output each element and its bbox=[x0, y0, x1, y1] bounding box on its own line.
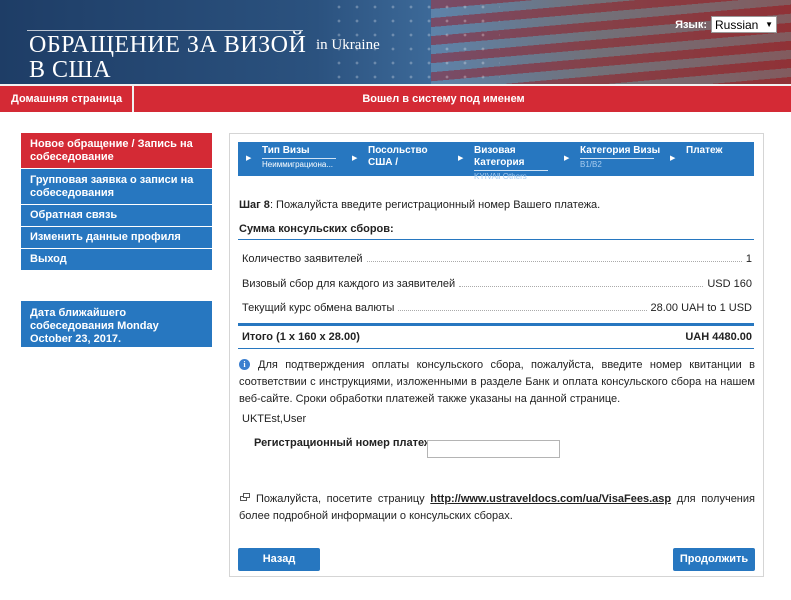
language-select[interactable]: Russian ▼ bbox=[711, 16, 777, 33]
fee-label: Количество заявителей bbox=[242, 253, 363, 265]
fees-info-text: Пожалуйста, посетите страницу http://www… bbox=[239, 491, 755, 525]
next-interview-date: Дата ближайшего собеседования Monday Oct… bbox=[21, 301, 212, 347]
visa-fees-link[interactable]: http://www.ustraveldocs.com/ua/VisaFees.… bbox=[430, 493, 671, 505]
payment-info-text: Для подтверждения оплаты консульского сб… bbox=[239, 359, 755, 405]
divider bbox=[238, 239, 754, 240]
top-navbar: Домашняя страница Вошел в систему под им… bbox=[0, 84, 791, 112]
chevron-right-icon: ▶ bbox=[670, 155, 676, 162]
step-instruction: Шаг 8: Пожалуйста введите регистрационны… bbox=[239, 199, 600, 211]
step-label: Посольство США / bbox=[368, 145, 428, 168]
fee-total: Итого (1 x 160 x 28.00) UAH 4480.00 bbox=[242, 331, 752, 343]
dotted-leader bbox=[398, 310, 647, 311]
fee-value: 28.00 UAH to 1 USD bbox=[650, 302, 753, 314]
step-value: B1/B2 bbox=[580, 158, 654, 170]
continue-button[interactable]: Продолжить bbox=[673, 548, 755, 571]
chevron-down-icon: ▼ bbox=[765, 20, 773, 29]
step-visa-type: ▶ Тип Визы Неиммиграциона... bbox=[238, 142, 344, 176]
fee-label: Текущий курс обмена валюты bbox=[242, 302, 395, 314]
registration-number-label: Регистрационный номер платежа: bbox=[254, 437, 442, 449]
payment-panel: ▶ Тип Визы Неиммиграциона... ▶ Посольств… bbox=[229, 133, 764, 577]
step-number: Шаг 8 bbox=[239, 199, 270, 211]
fee-row: Количество заявителей 1 bbox=[242, 251, 752, 265]
divider bbox=[238, 348, 754, 349]
dotted-leader bbox=[459, 286, 704, 287]
language-switcher: Язык: Russian ▼ bbox=[675, 16, 777, 33]
sidebar-item-group-application[interactable]: Групповая заявка о записи на собеседован… bbox=[21, 169, 212, 204]
site-header: Обращение за визой в США in Ukraine Язык… bbox=[0, 0, 791, 84]
sidebar-item-logout[interactable]: Выход bbox=[21, 249, 212, 270]
home-link[interactable]: Домашняя страница bbox=[0, 86, 134, 112]
step-visa-class: ▶ Категория Визы B1/B2 bbox=[556, 142, 662, 176]
step-label: Платеж bbox=[686, 145, 723, 156]
fee-row: Визовый сбор для каждого из заявителей U… bbox=[242, 276, 752, 290]
fee-value: USD 160 bbox=[707, 278, 752, 290]
user-name: UKTEst,User bbox=[242, 413, 307, 425]
sidebar-item-feedback[interactable]: Обратная связь bbox=[21, 205, 212, 226]
step-visa-category: ▶ Визовая Категория KYIVAll Others bbox=[450, 142, 556, 181]
fee-value: 1 bbox=[745, 253, 752, 265]
fee-summary-title: Сумма консульских сборов: bbox=[239, 223, 394, 235]
total-label: Итого (1 x 160 x 28.00) bbox=[242, 331, 360, 343]
fee-label: Визовый сбор для каждого из заявителей bbox=[242, 278, 456, 290]
language-label: Язык: bbox=[675, 18, 707, 31]
step-value: KYIVAll Others bbox=[474, 170, 548, 182]
step-payment: ▶ Платеж bbox=[662, 142, 754, 176]
external-link-icon bbox=[240, 493, 251, 502]
total-divider bbox=[238, 323, 754, 326]
registration-number-input[interactable] bbox=[427, 440, 560, 458]
logged-in-status: Вошел в систему под именем bbox=[362, 93, 525, 105]
chevron-right-icon: ▶ bbox=[458, 155, 464, 162]
chevron-right-icon: ▶ bbox=[564, 155, 570, 162]
step-label: Тип Визы bbox=[262, 145, 310, 156]
country-label: in Ukraine bbox=[316, 37, 380, 53]
step-text: : Пожалуйста введите регистрационный ном… bbox=[269, 199, 601, 211]
step-label: Категория Визы bbox=[580, 145, 661, 156]
back-button[interactable]: Назад bbox=[238, 548, 320, 571]
step-embassy: ▶ Посольство США / bbox=[344, 142, 450, 176]
info-icon: i bbox=[239, 359, 250, 370]
fee-row: Текущий курс обмена валюты 28.00 UAH to … bbox=[242, 300, 752, 314]
sidebar-menu: Новое обращение / Запись на собеседовани… bbox=[21, 133, 212, 271]
language-value: Russian bbox=[715, 17, 759, 32]
sidebar-item-edit-profile[interactable]: Изменить данные профиля bbox=[21, 227, 212, 248]
dotted-leader bbox=[366, 261, 742, 262]
step-label: Визовая Категория bbox=[474, 145, 525, 168]
link-prefix: Пожалуйста, посетите страницу bbox=[256, 493, 425, 505]
step-value: Неиммиграциона... bbox=[262, 158, 336, 170]
title-divider bbox=[27, 30, 303, 31]
progress-steps: ▶ Тип Визы Неиммиграциона... ▶ Посольств… bbox=[238, 142, 754, 181]
sidebar-item-new-application[interactable]: Новое обращение / Запись на собеседовани… bbox=[21, 133, 212, 168]
app-title: Обращение за визой в США bbox=[29, 32, 307, 83]
total-value: UAH 4480.00 bbox=[685, 331, 752, 343]
chevron-right-icon: ▶ bbox=[352, 155, 358, 162]
chevron-right-icon: ▶ bbox=[246, 155, 252, 162]
